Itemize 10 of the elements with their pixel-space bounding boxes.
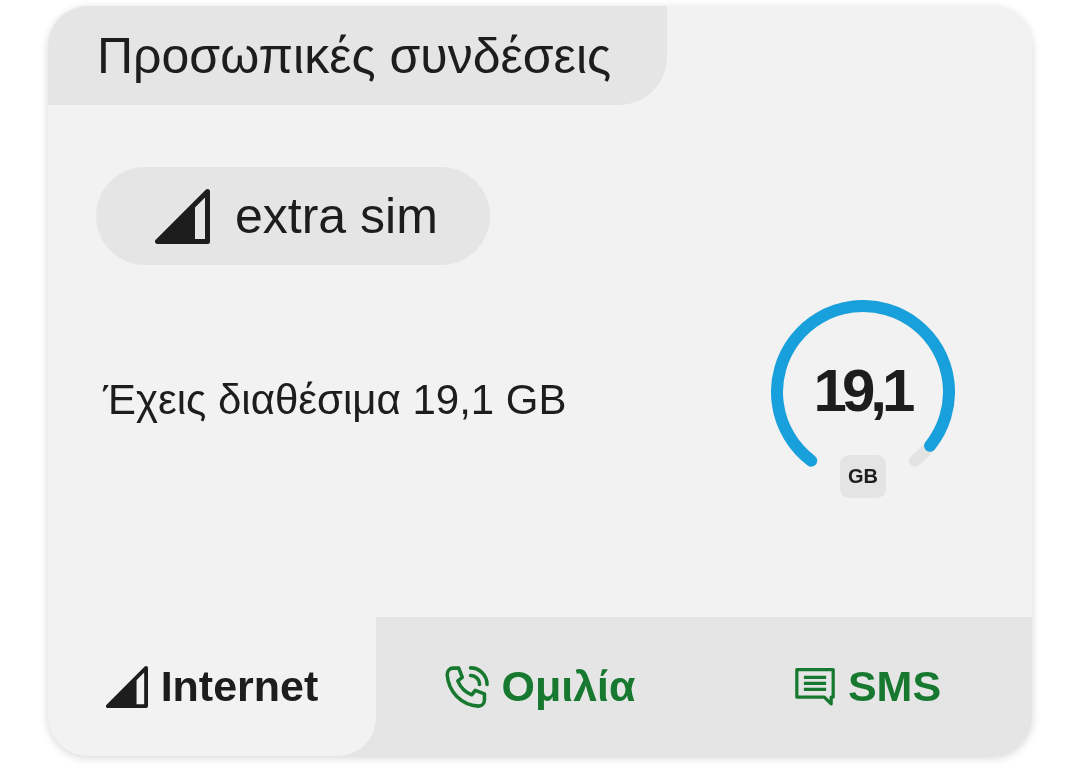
phone-icon [444, 665, 489, 708]
sim-chip[interactable]: extra sim [96, 167, 490, 265]
balance-text: Έχεις διαθέσιμα 19,1 GB [103, 376, 567, 424]
tab[interactable]: Internet [48, 617, 376, 756]
unit-label: GB [840, 455, 886, 498]
message-icon [794, 667, 835, 706]
signal-icon [105, 665, 148, 708]
card-title: Προσωπικές συνδέσεις [48, 6, 668, 105]
gauge-value: 19,1 [812, 356, 912, 426]
signal-icon [155, 188, 210, 244]
